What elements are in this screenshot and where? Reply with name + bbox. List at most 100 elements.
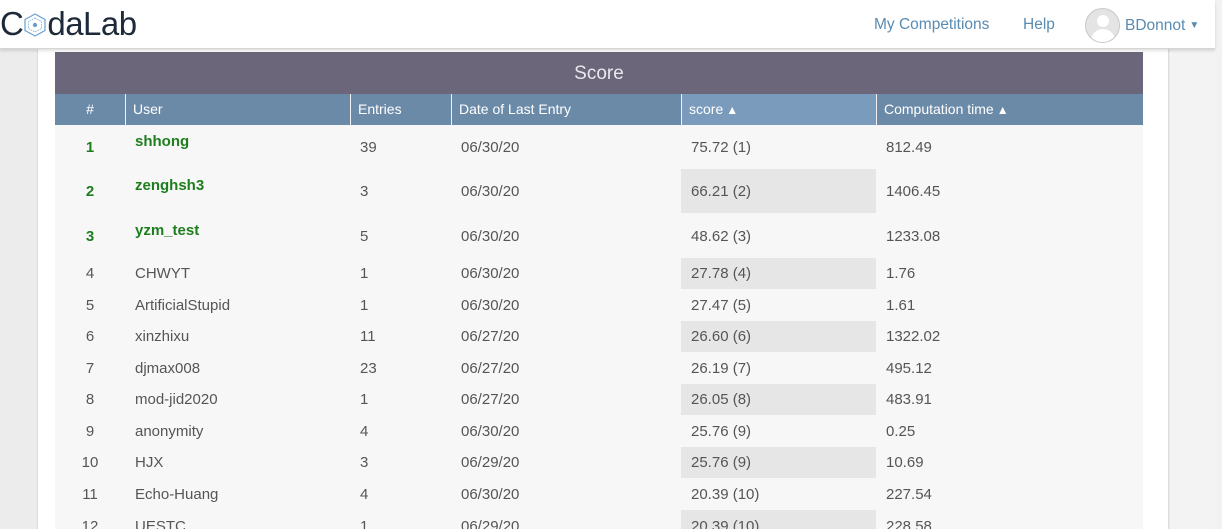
score-cell: 66.21 (2) [681,169,876,213]
user-cell[interactable]: zenghsh3 [135,169,204,213]
computation-time-cell: 1322.02 [886,328,941,345]
codalab-logo[interactable]: C daLab [0,2,137,46]
date-cell: 06/27/20 [461,359,520,377]
entries-cell: 39 [360,138,377,156]
logo-hex-icon [24,13,46,37]
entries-cell: 4 [360,485,369,503]
entries-cell: 1 [360,296,369,314]
computation-time-cell: 10.69 [886,454,924,471]
user-avatar-icon [1085,8,1120,43]
score-cell: 27.78 (4) [681,258,876,289]
table-row: 4 CHWYT 1 06/30/20 27.78 (4) 1.76 [55,258,1143,289]
sort-ascending-icon: ▲ [726,103,739,117]
date-cell: 06/30/20 [461,485,520,503]
user-cell[interactable]: yzm_test [135,214,199,258]
user-cell: Echo-Huang [135,485,219,503]
score-cell: 27.47 (5) [691,296,752,314]
page-scrollbar[interactable] [1215,0,1222,529]
date-cell: 06/30/20 [461,296,520,314]
entries-cell: 23 [360,359,377,377]
col-computation-time[interactable]: Computation time ▲ [876,94,1143,125]
computation-time-cell: 1.76 [886,265,916,282]
rank-cell: 7 [85,359,95,377]
col-user[interactable]: User [125,94,350,125]
col-computation-label: Computation time [884,101,994,117]
date-cell: 06/30/20 [461,138,520,156]
date-cell: 06/30/20 [461,182,520,200]
table-row: 8 mod-jid2020 1 06/27/20 26.05 (8) 483.91 [55,384,1143,415]
col-score[interactable]: score ▲ [681,94,876,125]
table-row: 10 HJX 3 06/29/20 25.76 (9) 10.69 [55,447,1143,478]
top-navbar: C daLab My Competitions Help BDonnot ▼ [0,0,1215,49]
table-row: 6 xinzhixu 11 06/27/20 26.60 (6) 1322.02 [55,321,1143,352]
date-cell: 06/30/20 [461,227,520,245]
computation-time-cell: 227.54 [886,485,932,503]
table-row: 11 Echo-Huang 4 06/30/20 20.39 (10) 227.54 [55,478,1143,510]
my-competitions-link[interactable]: My Competitions [874,16,989,34]
col-rank[interactable]: # [55,94,125,125]
sort-ascending-icon: ▲ [996,103,1009,117]
help-link[interactable]: Help [1023,16,1055,34]
table-row: 7 djmax008 23 06/27/20 26.19 (7) 495.12 [55,352,1143,384]
user-cell: CHWYT [135,265,190,282]
table-header: # User Entries Date of Last Entry score ▲… [55,94,1143,125]
date-cell: 06/27/20 [461,328,520,345]
computation-time-cell: 1.61 [886,296,916,314]
username-label: BDonnot [1125,16,1186,34]
rank-cell: 8 [85,391,95,408]
computation-time-cell: 228.58 [886,517,932,529]
entries-cell: 11 [360,328,376,345]
table-row: 5 ArtificialStupid 1 06/30/20 27.47 (5) 1.61 [55,289,1143,321]
date-cell: 06/30/20 [461,422,520,440]
col-entries[interactable]: Entries [350,94,451,125]
user-menu[interactable]: BDonnot ▼ [1085,8,1199,43]
rank-cell: 5 [85,296,95,314]
score-cell: 20.39 (10) [681,510,876,529]
rank-cell: 10 [81,454,99,471]
entries-cell: 3 [360,182,369,200]
user-cell[interactable]: shhong [135,125,189,169]
col-date[interactable]: Date of Last Entry [451,94,681,125]
computation-time-cell: 812.49 [886,138,932,156]
leaderboard-table: Score # User Entries Date of Last Entry … [55,52,1143,529]
score-cell: 25.76 (9) [691,422,752,440]
score-cell: 25.76 (9) [681,447,876,478]
computation-time-cell: 1233.08 [886,227,941,245]
rank-cell: 11 [82,485,98,503]
date-cell: 06/29/20 [461,454,520,471]
score-cell: 48.62 (3) [691,227,752,245]
score-cell: 20.39 (10) [691,485,760,503]
score-cell: 26.60 (6) [681,321,876,352]
table-row: 9 anonymity 4 06/30/20 25.76 (9) 0.25 [55,415,1143,447]
rank-cell: 4 [85,265,95,282]
entries-cell: 1 [360,391,369,408]
user-cell: mod-jid2020 [135,391,218,408]
entries-cell: 1 [360,265,369,282]
user-cell: anonymity [135,422,204,440]
table-row: 3 yzm_test 5 06/30/20 48.62 (3) 1233.08 [55,214,1143,258]
leaderboard-title: Score [55,52,1143,94]
rank-cell: 6 [85,328,95,345]
entries-cell: 5 [360,227,369,245]
entries-cell: 3 [360,454,369,471]
date-cell: 06/27/20 [461,391,520,408]
rank-cell: 12 [81,517,99,529]
user-cell: HJX [135,454,164,471]
score-cell: 26.05 (8) [681,384,876,415]
rank-cell: 2 [85,182,95,200]
date-cell: 06/30/20 [461,265,520,282]
caret-down-icon: ▼ [1189,20,1200,31]
table-row: 1 shhong 39 06/30/20 75.72 (1) 812.49 [55,125,1143,169]
user-cell: xinzhixu [135,328,190,345]
computation-time-cell: 495.12 [886,359,932,377]
entries-cell: 1 [360,517,369,529]
rank-cell: 9 [85,422,95,440]
rank-cell: 1 [85,138,95,156]
computation-time-cell: 1406.45 [886,182,941,200]
col-score-label: score [689,101,724,117]
table-row: 2 zenghsh3 3 06/30/20 66.21 (2) 1406.45 [55,169,1143,213]
computation-time-cell: 0.25 [886,422,916,440]
date-cell: 06/29/20 [461,517,520,529]
user-cell: ArtificialStupid [135,296,231,314]
rank-cell: 3 [85,227,95,245]
